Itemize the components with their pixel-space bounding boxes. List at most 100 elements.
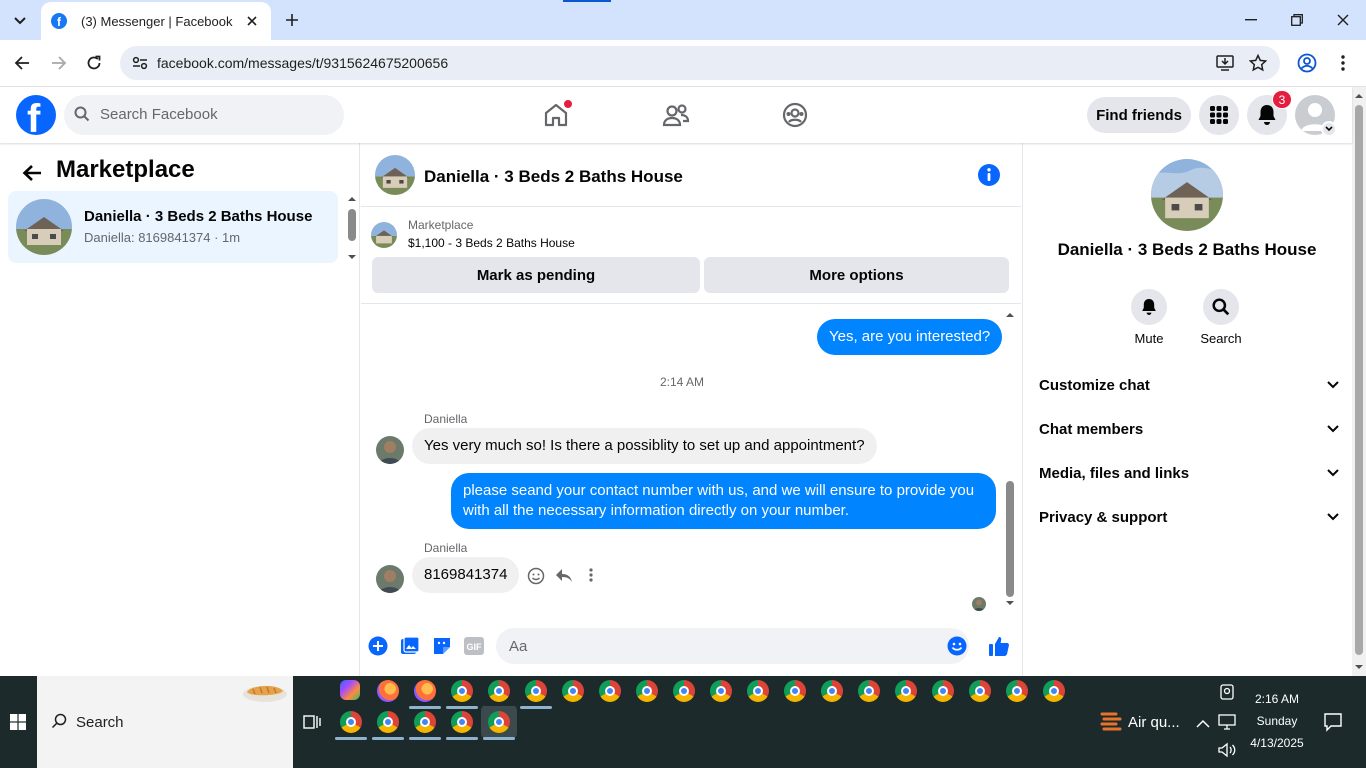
sticker-icon[interactable]: [432, 636, 452, 656]
chrome-app-icon[interactable]: [784, 680, 806, 702]
window-close-icon[interactable]: [1320, 0, 1366, 40]
daniella-avatar[interactable]: [376, 565, 404, 593]
chrome-app-icon[interactable]: [488, 680, 510, 702]
meet-now-icon[interactable]: [1220, 684, 1234, 705]
messages-scrollbar[interactable]: [1003, 309, 1017, 609]
chrome-app-icon[interactable]: [451, 711, 473, 733]
chrome-app-icon[interactable]: [710, 680, 732, 702]
network-icon[interactable]: [1218, 714, 1236, 735]
chrome-app-icon[interactable]: [1006, 680, 1028, 702]
groups-icon[interactable]: [775, 97, 815, 133]
copilot-app-icon[interactable]: [340, 680, 360, 700]
chrome-app-icon[interactable]: [821, 680, 843, 702]
chrome-app-icon[interactable]: [932, 680, 954, 702]
privacy-support-section[interactable]: Privacy & support: [1039, 497, 1339, 537]
forward-icon[interactable]: [45, 49, 73, 77]
page-scrollbar[interactable]: [1352, 87, 1366, 676]
message-bubble-incoming[interactable]: Yes very much so! Is there a possiblity …: [412, 428, 877, 464]
sidebar-scrollbar[interactable]: [345, 193, 359, 263]
message-composer: GIF Aa: [361, 613, 1021, 676]
install-app-icon[interactable]: [1213, 51, 1237, 75]
page-scrollbar-thumb[interactable]: [1355, 105, 1363, 655]
new-tab-icon[interactable]: [280, 8, 304, 32]
back-arrow-icon[interactable]: [18, 159, 46, 187]
attach-photo-icon[interactable]: [400, 636, 420, 656]
search-icon: [74, 106, 90, 122]
reload-icon[interactable]: [80, 49, 108, 77]
clock-day[interactable]: Sunday: [1244, 714, 1310, 728]
site-settings-icon[interactable]: [128, 51, 152, 75]
media-files-links-section[interactable]: Media, files and links: [1039, 453, 1339, 493]
chrome-app-icon[interactable]: [562, 680, 584, 702]
message-bubble-incoming[interactable]: 8169841374: [412, 557, 520, 593]
chrome-app-icon[interactable]: [377, 711, 399, 733]
windows-start-icon[interactable]: [0, 676, 36, 768]
clock-time[interactable]: 2:16 AM: [1244, 692, 1310, 706]
chrome-app-icon[interactable]: [636, 680, 658, 702]
minimize-icon[interactable]: [1228, 0, 1274, 40]
more-options-button[interactable]: More options: [704, 257, 1009, 293]
taskbar-search-box[interactable]: Search: [37, 676, 293, 768]
info-icon[interactable]: [977, 163, 1001, 187]
mark-as-pending-button[interactable]: Mark as pending: [372, 257, 700, 293]
daniella-avatar[interactable]: [376, 436, 404, 464]
chrome-app-icon[interactable]: [858, 680, 880, 702]
tab-close-icon[interactable]: [243, 12, 261, 30]
menu-grid-icon[interactable]: [1199, 95, 1239, 135]
notification-center-icon[interactable]: [1323, 712, 1343, 737]
back-icon[interactable]: [8, 49, 36, 77]
conversation-item[interactable]: Daniella · 3 Beds 2 Baths House Daniella…: [8, 191, 338, 263]
chrome-app-icon[interactable]: [340, 711, 362, 733]
find-friends-button[interactable]: Find friends: [1087, 97, 1191, 133]
show-hidden-icons-chevron-up-icon[interactable]: [1196, 716, 1210, 734]
friends-icon[interactable]: [656, 97, 696, 133]
chat-title[interactable]: Daniella · 3 Beds 2 Baths House: [424, 167, 683, 187]
message-input[interactable]: Aa: [496, 628, 969, 664]
gif-icon[interactable]: GIF: [464, 636, 484, 656]
bookmark-star-icon[interactable]: [1246, 51, 1270, 75]
like-thumb-icon[interactable]: [987, 634, 1011, 658]
chrome-menu-icon[interactable]: [1329, 49, 1357, 77]
weather-label[interactable]: Air qu...: [1128, 714, 1180, 731]
message-bubble-outgoing[interactable]: Yes, are you interested?: [817, 319, 1003, 355]
chrome-app-icon[interactable]: [747, 680, 769, 702]
account-chevron-down-icon[interactable]: [1321, 121, 1337, 137]
chrome-app-icon[interactable]: [673, 680, 695, 702]
chrome-app-icon[interactable]: [969, 680, 991, 702]
profile-icon[interactable]: [1293, 49, 1321, 77]
task-view-icon[interactable]: [303, 713, 321, 731]
facebook-logo-icon[interactable]: f: [16, 95, 56, 135]
more-actions-icon[interactable]: [589, 568, 595, 584]
chrome-app-icon[interactable]: [488, 711, 510, 733]
search-in-chat-action[interactable]: Search: [1191, 289, 1251, 346]
chat-pane: Daniella · 3 Beds 2 Baths House Marketpl…: [361, 143, 1021, 676]
browser-tab[interactable]: f (3) Messenger | Facebook: [41, 2, 271, 40]
customize-chat-section[interactable]: Customize chat: [1039, 365, 1339, 405]
details-avatar[interactable]: [1151, 159, 1223, 231]
chrome-app-icon[interactable]: [895, 680, 917, 702]
listing-price-title[interactable]: $1,100 - 3 Beds 2 Baths House: [408, 236, 575, 250]
chrome-app-icon[interactable]: [599, 680, 621, 702]
address-bar[interactable]: facebook.com/messages/t/9315624675200656: [120, 46, 1280, 80]
firefox-app-icon[interactable]: [414, 680, 436, 702]
volume-icon[interactable]: [1218, 742, 1236, 763]
chrome-app-icon[interactable]: [1043, 680, 1065, 702]
url-text: facebook.com/messages/t/9315624675200656: [157, 55, 449, 71]
chrome-app-icon[interactable]: [525, 680, 547, 702]
firefox-app-icon[interactable]: [377, 680, 399, 702]
air-quality-weather-icon[interactable]: [1100, 710, 1122, 734]
clock-date[interactable]: 4/13/2025: [1244, 736, 1310, 750]
chrome-app-icon[interactable]: [414, 711, 436, 733]
reply-icon[interactable]: [555, 568, 573, 584]
mute-action[interactable]: Mute: [1119, 289, 1179, 346]
emoji-icon[interactable]: [947, 636, 967, 656]
restore-icon[interactable]: [1274, 0, 1320, 40]
chrome-app-icon[interactable]: [451, 680, 473, 702]
chat-header-avatar[interactable]: [375, 155, 415, 195]
message-bubble-outgoing[interactable]: please seand your contact number with us…: [451, 473, 996, 529]
facebook-search-input[interactable]: Search Facebook: [64, 95, 344, 135]
tab-search-icon[interactable]: [6, 7, 34, 35]
react-emoji-icon[interactable]: [527, 567, 545, 585]
add-plus-icon[interactable]: [368, 636, 388, 656]
chat-members-section[interactable]: Chat members: [1039, 409, 1339, 449]
